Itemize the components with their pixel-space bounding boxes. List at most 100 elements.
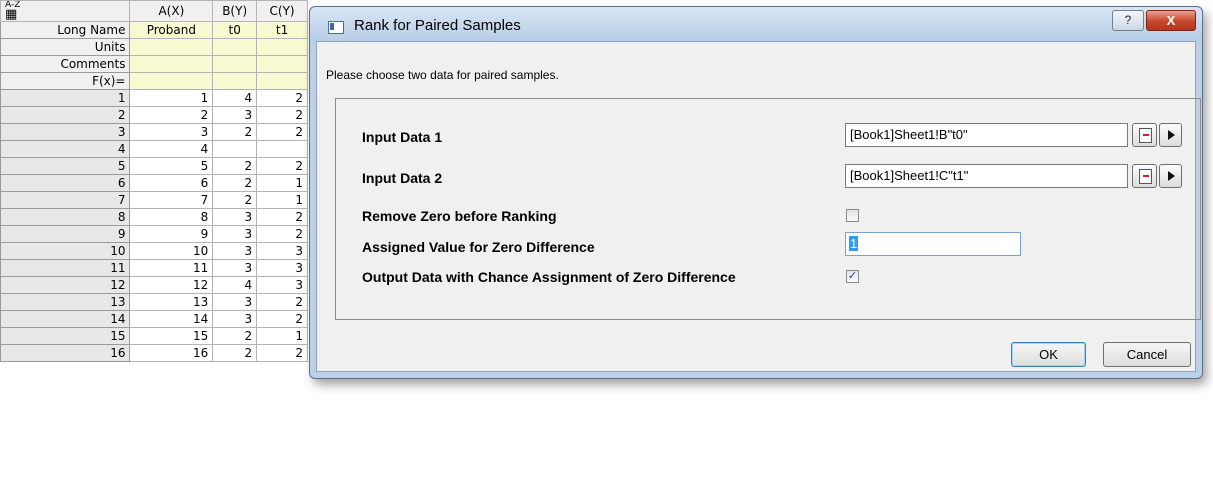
table-row: 2232 bbox=[0, 106, 308, 124]
meta-row-label[interactable]: Units bbox=[0, 38, 131, 56]
row-number-header[interactable]: 8 bbox=[0, 208, 131, 226]
meta-cell[interactable] bbox=[129, 72, 214, 90]
column-header-a[interactable]: A(X) bbox=[129, 0, 214, 22]
data-cell[interactable]: 3 bbox=[256, 242, 308, 260]
data-cell[interactable]: 2 bbox=[256, 310, 308, 328]
data-cell[interactable]: 3 bbox=[212, 225, 258, 243]
data-cell[interactable]: 14 bbox=[129, 310, 214, 328]
data-cell[interactable]: 1 bbox=[129, 89, 214, 107]
data-cell[interactable]: 2 bbox=[212, 157, 258, 175]
data-cell[interactable]: 6 bbox=[129, 174, 214, 192]
data-cell[interactable]: 2 bbox=[256, 89, 308, 107]
data-cell[interactable]: 4 bbox=[212, 89, 258, 107]
row-number-header[interactable]: 12 bbox=[0, 276, 131, 294]
meta-cell[interactable] bbox=[212, 55, 258, 73]
data-cell[interactable]: 1 bbox=[256, 191, 308, 209]
close-button[interactable]: X bbox=[1146, 10, 1196, 31]
data-cell[interactable]: 2 bbox=[212, 191, 258, 209]
data-cell[interactable]: 9 bbox=[129, 225, 214, 243]
data-cell[interactable]: 2 bbox=[129, 106, 214, 124]
input-data-1-select-button[interactable] bbox=[1132, 123, 1157, 147]
row-number-header[interactable]: 11 bbox=[0, 259, 131, 277]
data-cell[interactable]: 5 bbox=[129, 157, 214, 175]
data-cell[interactable]: 2 bbox=[212, 327, 258, 345]
data-cell[interactable]: 3 bbox=[256, 259, 308, 277]
dialog-titlebar[interactable]: Rank for Paired Samples ? X bbox=[310, 7, 1202, 41]
input-data-2-menu-button[interactable] bbox=[1159, 164, 1182, 188]
meta-cell[interactable] bbox=[256, 72, 308, 90]
row-number-header[interactable]: 14 bbox=[0, 310, 131, 328]
meta-row-label[interactable]: Comments bbox=[0, 55, 131, 73]
meta-cell[interactable] bbox=[212, 72, 258, 90]
data-cell[interactable] bbox=[256, 140, 308, 158]
data-cell[interactable]: 2 bbox=[256, 157, 308, 175]
data-cell[interactable]: 2 bbox=[212, 344, 258, 362]
remove-zero-checkbox[interactable] bbox=[846, 209, 859, 222]
data-cell[interactable]: 3 bbox=[212, 259, 258, 277]
data-cell[interactable]: 2 bbox=[212, 174, 258, 192]
data-cell[interactable]: 3 bbox=[256, 276, 308, 294]
row-number-header[interactable]: 3 bbox=[0, 123, 131, 141]
data-cell[interactable]: 2 bbox=[256, 293, 308, 311]
data-cell[interactable]: 12 bbox=[129, 276, 214, 294]
data-cell[interactable]: 2 bbox=[212, 123, 258, 141]
data-cell[interactable]: 11 bbox=[129, 259, 214, 277]
ok-button[interactable]: OK bbox=[1011, 342, 1086, 367]
data-cell[interactable]: 4 bbox=[129, 140, 214, 158]
sheet-corner-cell[interactable]: A-Z ▦ bbox=[0, 0, 131, 22]
row-number-header[interactable]: 1 bbox=[0, 89, 131, 107]
input-data-1-field[interactable]: [Book1]Sheet1!B"t0" bbox=[845, 123, 1128, 147]
meta-row-label[interactable]: Long Name bbox=[0, 21, 131, 39]
data-cell[interactable]: 1 bbox=[256, 327, 308, 345]
row-number-header[interactable]: 6 bbox=[0, 174, 131, 192]
meta-cell[interactable]: t0 bbox=[212, 21, 258, 39]
column-header-b[interactable]: B(Y) bbox=[212, 0, 258, 22]
data-cell[interactable]: 2 bbox=[256, 106, 308, 124]
data-cell[interactable]: 8 bbox=[129, 208, 214, 226]
cancel-button[interactable]: Cancel bbox=[1103, 342, 1191, 367]
row-number-header[interactable]: 7 bbox=[0, 191, 131, 209]
row-number-header[interactable]: 15 bbox=[0, 327, 131, 345]
data-cell[interactable]: 13 bbox=[129, 293, 214, 311]
data-cell[interactable]: 2 bbox=[256, 344, 308, 362]
meta-row-label[interactable]: F(x)= bbox=[0, 72, 131, 90]
data-cell[interactable]: 3 bbox=[212, 208, 258, 226]
meta-cell[interactable]: t1 bbox=[256, 21, 308, 39]
meta-cell[interactable] bbox=[129, 38, 214, 56]
row-number-header[interactable]: 2 bbox=[0, 106, 131, 124]
chance-output-checkbox[interactable]: ✓ bbox=[846, 270, 859, 283]
data-cell[interactable]: 2 bbox=[256, 208, 308, 226]
meta-cell[interactable] bbox=[129, 55, 214, 73]
column-header-c[interactable]: C(Y) bbox=[256, 0, 308, 22]
data-cell[interactable]: 1 bbox=[256, 174, 308, 192]
row-number-header[interactable]: 5 bbox=[0, 157, 131, 175]
meta-cell[interactable] bbox=[256, 55, 308, 73]
data-cell[interactable]: 3 bbox=[212, 242, 258, 260]
input-data-1-menu-button[interactable] bbox=[1159, 123, 1182, 147]
row-number-header[interactable]: 4 bbox=[0, 140, 131, 158]
data-cell[interactable]: 2 bbox=[256, 123, 308, 141]
window-icon bbox=[328, 21, 344, 34]
meta-cell[interactable] bbox=[256, 38, 308, 56]
row-number-header[interactable]: 13 bbox=[0, 293, 131, 311]
data-cell[interactable] bbox=[212, 140, 258, 158]
input-data-2-select-button[interactable] bbox=[1132, 164, 1157, 188]
data-cell[interactable]: 4 bbox=[212, 276, 258, 294]
data-cell[interactable]: 10 bbox=[129, 242, 214, 260]
data-cell[interactable]: 3 bbox=[212, 310, 258, 328]
data-cell[interactable]: 3 bbox=[129, 123, 214, 141]
row-number-header[interactable]: 9 bbox=[0, 225, 131, 243]
data-cell[interactable]: 16 bbox=[129, 344, 214, 362]
row-number-header[interactable]: 10 bbox=[0, 242, 131, 260]
help-button[interactable]: ? bbox=[1112, 10, 1144, 31]
meta-cell[interactable]: Proband bbox=[129, 21, 214, 39]
data-cell[interactable]: 3 bbox=[212, 293, 258, 311]
meta-cell[interactable] bbox=[212, 38, 258, 56]
zero-difference-value-input[interactable]: 1 bbox=[845, 232, 1021, 256]
data-cell[interactable]: 2 bbox=[256, 225, 308, 243]
data-cell[interactable]: 3 bbox=[212, 106, 258, 124]
input-data-2-field[interactable]: [Book1]Sheet1!C"t1" bbox=[845, 164, 1128, 188]
data-cell[interactable]: 7 bbox=[129, 191, 214, 209]
data-cell[interactable]: 15 bbox=[129, 327, 214, 345]
row-number-header[interactable]: 16 bbox=[0, 344, 131, 362]
